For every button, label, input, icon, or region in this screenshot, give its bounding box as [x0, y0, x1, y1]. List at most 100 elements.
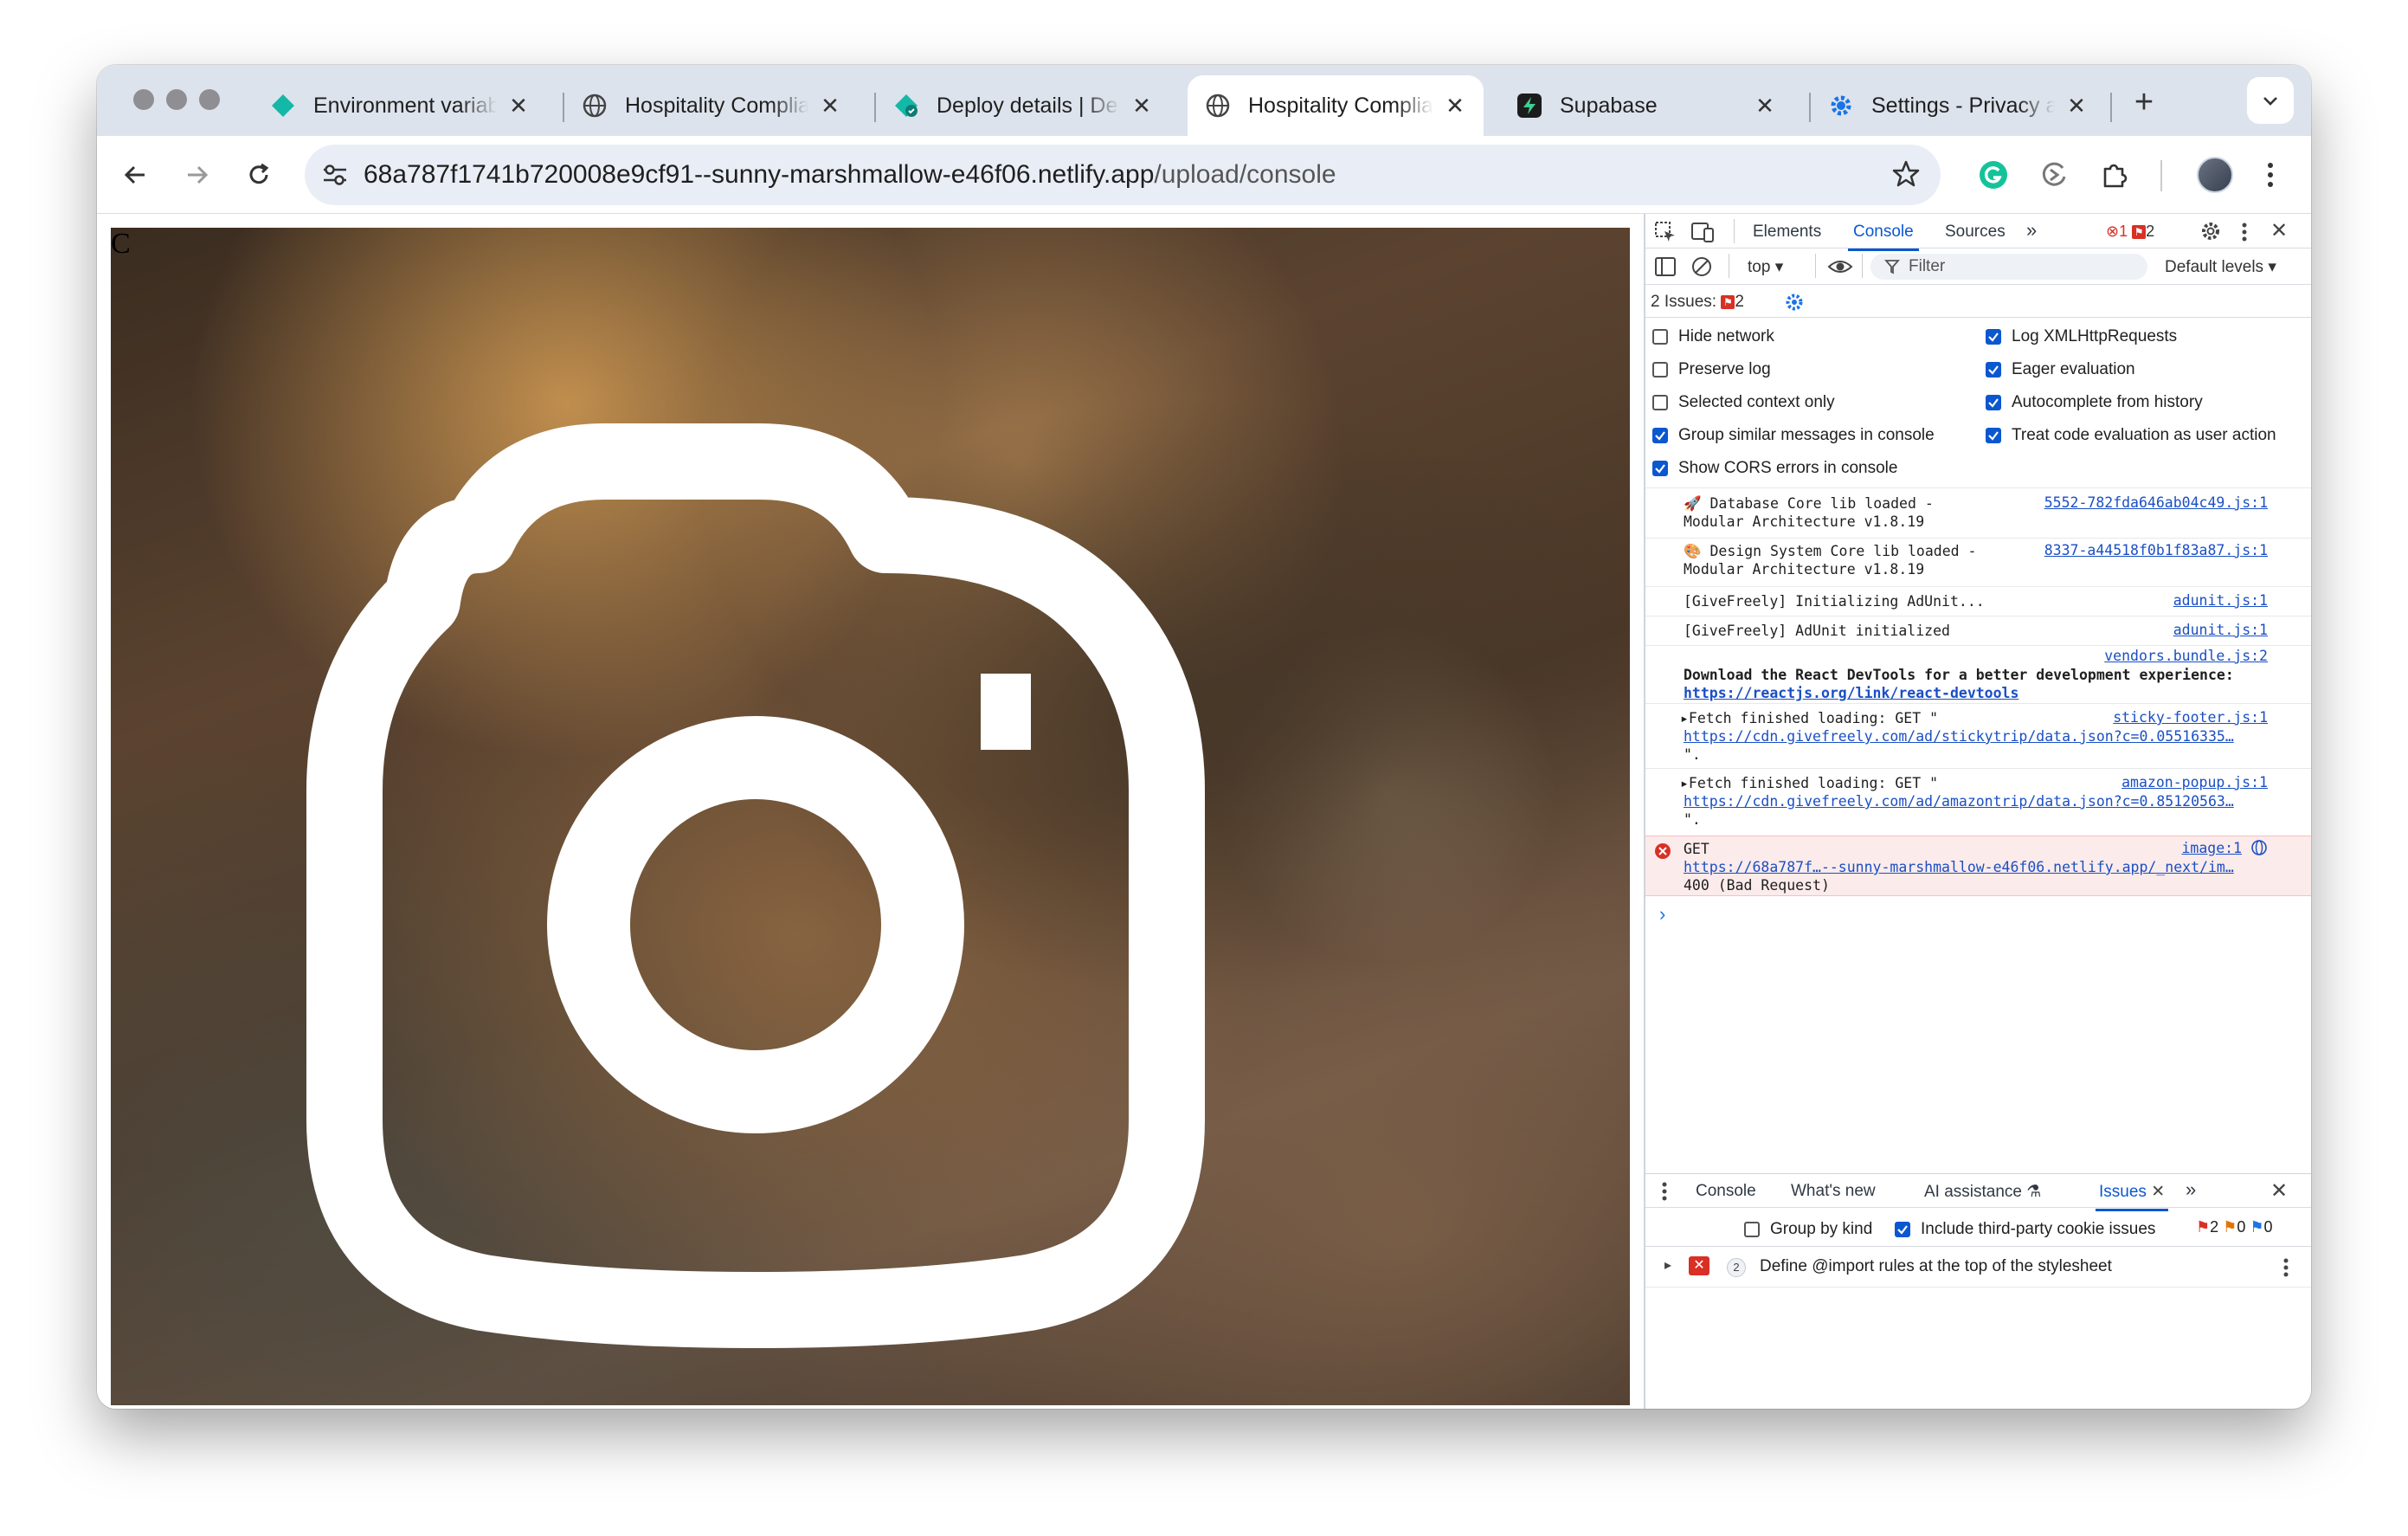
drawer-more-icon[interactable]: » — [2186, 1178, 2196, 1201]
inspect-element-icon[interactable] — [1654, 221, 1677, 248]
third-party-cookie-checkbox[interactable]: Include third-party cookie issues — [1895, 1220, 2155, 1239]
expand-triangle-icon[interactable]: ▸ — [1664, 1256, 1671, 1274]
tab-deploy-details[interactable]: Deploy details | De ✕ — [876, 75, 1170, 136]
console-message[interactable]: [GiveFreely] AdUnit initialized adunit.j… — [1645, 616, 2311, 645]
close-devtools-icon[interactable]: ✕ — [2270, 218, 2288, 243]
network-globe-icon[interactable] — [2250, 839, 2268, 860]
clear-console-icon[interactable] — [1690, 255, 1713, 283]
console-message[interactable]: 🚀 Database Core lib loaded - Modular Arc… — [1645, 491, 2311, 538]
console-filterbar: top ▾ Filter Default levels ▾ — [1645, 248, 2311, 285]
settings-gear-icon[interactable] — [2199, 220, 2222, 248]
forward-button[interactable] — [175, 153, 218, 197]
console-message[interactable]: [GiveFreely] Initializing AdUnit... adun… — [1645, 587, 2311, 616]
drawer-tab-issues[interactable]: Issues ✕ — [2096, 1182, 2169, 1211]
more-tabs-icon[interactable]: » — [2026, 219, 2037, 242]
log-source-link[interactable]: image:1 — [2181, 840, 2242, 856]
log-text[interactable]: ▸Fetch finished loading: GET " — [1680, 709, 1938, 727]
hide-network-checkbox[interactable]: Hide network — [1652, 327, 1774, 346]
console-filter-input[interactable]: Filter — [1870, 254, 2147, 280]
sidebar-toggle-icon[interactable] — [1654, 255, 1677, 283]
filter-placeholder: Filter — [1909, 257, 1946, 275]
log-source-link[interactable]: 5552-782fda646ab04c49.js:1 — [2044, 494, 2268, 511]
console-message[interactable]: 🎨 Design System Core lib loaded - Modula… — [1645, 539, 2311, 585]
devtools-menu-icon[interactable] — [2241, 221, 2248, 248]
issue-row[interactable]: ▸ ✕ 2 Define @import rules at the top of… — [1645, 1248, 2311, 1288]
autocomplete-checkbox[interactable]: Autocomplete from history — [1986, 393, 2203, 412]
log-xhr-checkbox[interactable]: Log XMLHttpRequests — [1986, 327, 2177, 346]
group-by-kind-checkbox[interactable]: Group by kind — [1744, 1220, 1872, 1239]
preserve-log-checkbox[interactable]: Preserve log — [1652, 360, 1771, 379]
camera-icon[interactable] — [171, 375, 1340, 1371]
log-source-link[interactable]: 8337-a44518f0b1f83a87.js:1 — [2044, 542, 2268, 558]
close-drawer-icon[interactable]: ✕ — [2270, 1178, 2288, 1204]
bookmark-star-icon[interactable] — [1890, 158, 1922, 194]
tab-close-icon[interactable]: ✕ — [1444, 93, 1466, 119]
back-button[interactable] — [114, 153, 158, 197]
loading-extension-icon[interactable] — [2032, 153, 2076, 197]
checkbox-box-checked — [1986, 329, 2001, 345]
site-settings-icon[interactable] — [320, 160, 350, 194]
devtools-panel: Elements Console Sources » ⊗1 ⚑ 2 ✕ top ▾ — [1644, 214, 2311, 1409]
log-source-link[interactable]: adunit.js:1 — [2173, 622, 2268, 638]
drawer-tab-console[interactable]: Console — [1696, 1182, 1756, 1201]
profile-avatar[interactable] — [2197, 157, 2233, 193]
log-source-link[interactable]: vendors.bundle.js:2 — [2104, 648, 2268, 664]
tab-close-icon[interactable]: ✕ — [2065, 93, 2088, 119]
kebab-menu-icon[interactable] — [2249, 153, 2292, 197]
minimize-window-button[interactable] — [166, 89, 187, 110]
issues-label[interactable]: 2 Issues: ⚑ 2 — [1651, 293, 1744, 312]
log-source-link[interactable]: adunit.js:1 — [2173, 592, 2268, 609]
show-cors-checkbox[interactable]: Show CORS errors in console — [1652, 459, 1897, 478]
tab-close-icon[interactable]: ✕ — [1754, 93, 1776, 119]
address-bar[interactable]: 68a787f1741b720008e9cf91--sunny-marshmal… — [305, 145, 1941, 205]
drawer-tab-whats-new[interactable]: What's new — [1791, 1182, 1876, 1201]
issue-menu-icon[interactable] — [2282, 1257, 2289, 1283]
issues-settings-gear-icon[interactable] — [1784, 292, 1805, 318]
device-toolbar-icon[interactable] — [1690, 221, 1715, 248]
new-tab-button[interactable]: + — [2122, 84, 2166, 121]
grammarly-extension-icon[interactable] — [1972, 153, 2015, 197]
fetch-url-link[interactable]: https://cdn.givefreely.com/ad/amazontrip… — [1684, 792, 2234, 810]
tab-search-button[interactable] — [2247, 77, 2294, 124]
console-message[interactable]: vendors.bundle.js:2 Download the React D… — [1645, 646, 2311, 703]
console-prompt[interactable]: › — [1659, 903, 1665, 926]
tab-hospitality-1[interactable]: Hospitality Complia ✕ — [564, 75, 859, 136]
globe-icon — [1205, 93, 1231, 119]
log-levels-dropdown[interactable]: Default levels ▾ — [2165, 257, 2276, 277]
selected-context-checkbox[interactable]: Selected context only — [1652, 393, 1835, 412]
tab-close-icon[interactable]: ✕ — [1130, 93, 1153, 119]
zoom-window-button[interactable] — [199, 89, 220, 110]
react-devtools-link[interactable]: https://reactjs.org/link/react-devtools — [1684, 684, 2018, 702]
drawer-tab-label: AI assistance — [1924, 1183, 2022, 1201]
eye-icon[interactable] — [1827, 255, 1853, 283]
drawer-menu-icon[interactable] — [1661, 1181, 1668, 1207]
tab-sources[interactable]: Sources — [1945, 223, 2006, 242]
error-url-link[interactable]: https://68a787f…--sunny-marshmallow-e46f… — [1684, 858, 2234, 876]
tab-close-icon[interactable]: ✕ — [507, 93, 530, 119]
console-error-message[interactable]: GET image:1 https://68a787f…--sunny-mars… — [1645, 836, 2311, 896]
fetch-url-link[interactable]: https://cdn.givefreely.com/ad/stickytrip… — [1684, 727, 2234, 745]
group-similar-checkbox[interactable]: Group similar messages in console — [1652, 426, 1935, 445]
tab-supabase[interactable]: Supabase ✕ — [1499, 75, 1793, 136]
eager-eval-checkbox[interactable]: Eager evaluation — [1986, 360, 2135, 379]
close-window-button[interactable] — [133, 89, 154, 110]
issues-label-text: 2 Issues: — [1651, 293, 1717, 311]
extensions-puzzle-icon[interactable] — [2093, 153, 2136, 197]
tab-hospitality-active[interactable]: Hospitality Complia ✕ — [1188, 75, 1484, 136]
tab-elements[interactable]: Elements — [1753, 223, 1821, 242]
tab-close-icon[interactable]: ✕ — [819, 93, 841, 119]
close-tab-icon[interactable]: ✕ — [2151, 1183, 2165, 1201]
log-text[interactable]: ▸Fetch finished loading: GET " — [1680, 774, 1938, 792]
log-source-link[interactable]: amazon-popup.js:1 — [2121, 774, 2268, 791]
tab-console[interactable]: Console — [1848, 223, 1919, 251]
tab-settings-privacy[interactable]: Settings - Privacy a ✕ — [1811, 75, 2105, 136]
console-message[interactable]: ▸Fetch finished loading: GET " sticky-fo… — [1645, 704, 2311, 768]
console-message[interactable]: ▸Fetch finished loading: GET " amazon-po… — [1645, 769, 2311, 833]
drawer-tab-ai-assistance[interactable]: AI assistance ⚗ — [1924, 1182, 2041, 1202]
log-source-link[interactable]: sticky-footer.js:1 — [2113, 709, 2268, 726]
error-counter[interactable]: ⊗1 ⚑ 2 — [2106, 223, 2154, 241]
reload-button[interactable] — [237, 153, 280, 197]
tab-environment-variables[interactable]: Environment variab ✕ — [253, 75, 547, 136]
treat-code-eval-checkbox[interactable]: Treat code evaluation as user action — [1986, 426, 2276, 445]
context-selector[interactable]: top ▾ — [1748, 257, 1783, 277]
